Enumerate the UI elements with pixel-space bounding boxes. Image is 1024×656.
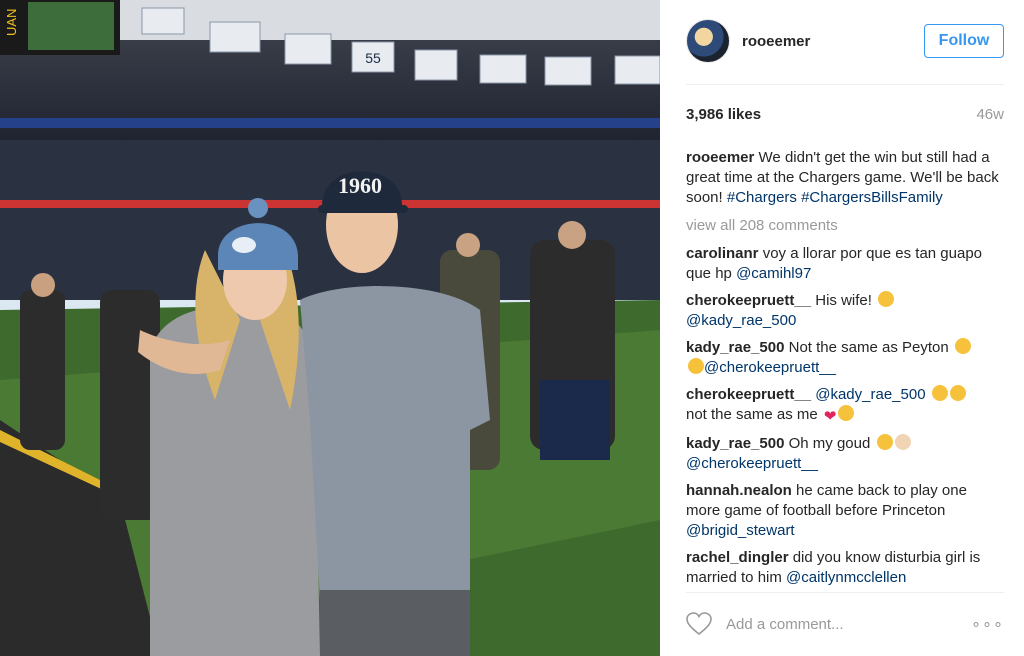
ellipsis-icon[interactable]: ∘∘∘: [971, 614, 1004, 634]
comment: kady_rae_500 Not the same as Peyton @che…: [686, 338, 1004, 378]
comment-text: Oh my goud: [788, 435, 871, 452]
tears-of-joy-emoji-icon: [838, 405, 855, 421]
comment-mention[interactable]: @caitlynmcclellen: [786, 569, 906, 586]
comment-mention[interactable]: @camihl97: [736, 265, 811, 282]
comment-mention[interactable]: @cherokeepruett__: [704, 359, 836, 376]
comment-mention[interactable]: @kady_rae_500: [815, 386, 925, 403]
likes-count[interactable]: 3,986 likes: [686, 106, 761, 123]
post-header: rooeemer Follow: [686, 18, 1004, 64]
heart-emoji-icon: ❤: [823, 408, 837, 425]
comment: cherokeepruett__ @kady_rae_500 not the s…: [686, 385, 1004, 427]
banner-number: 55: [365, 50, 381, 66]
heart-eyes-emoji-icon: [878, 291, 895, 307]
post-sidebar: rooeemer Follow 3,986 likes 46w rooeemer…: [660, 0, 1024, 656]
comment-text: His wife!: [815, 292, 872, 309]
post-view: 55 UAN 1960 rooeemer Follow 3,986 likes …: [0, 0, 1024, 656]
follow-button[interactable]: Follow: [924, 24, 1004, 58]
caption-username[interactable]: rooeemer: [686, 149, 754, 166]
tears-of-joy-emoji-icon: [954, 338, 971, 354]
likes-row: 3,986 likes 46w: [686, 106, 1004, 123]
view-all-comments-link[interactable]: view all 208 comments: [686, 216, 1004, 236]
add-comment-row: Add a comment... ∘∘∘: [686, 608, 1004, 640]
comment-username[interactable]: kady_rae_500: [686, 339, 784, 356]
comment: rachel_dingler did you know disturbia gi…: [686, 548, 1004, 588]
comment: cherokeepruett__ His wife! @kady_rae_500: [686, 291, 1004, 331]
comments-list: rooeemer We didn't get the win but still…: [686, 148, 1004, 595]
comment-username[interactable]: carolinanr: [686, 245, 759, 262]
comment: carolinanr voy a llorar por que es tan g…: [686, 244, 1004, 284]
header-divider: [686, 84, 1004, 85]
caption-hashtags[interactable]: #Chargers #ChargersBillsFamily: [727, 189, 943, 206]
comment-mention[interactable]: @brigid_stewart: [686, 522, 795, 539]
comment-username[interactable]: rachel_dingler: [686, 549, 789, 566]
comment-username[interactable]: hannah.nealon: [686, 482, 792, 499]
stadium-photo: 55 UAN 1960: [0, 0, 660, 656]
comment-text: Not the same as Peyton: [788, 339, 949, 356]
comment-mention[interactable]: @cherokeepruett__: [686, 455, 818, 472]
tears-of-joy-emoji-icon: [931, 385, 948, 401]
tears-of-joy-emoji-icon: [949, 385, 966, 401]
heart-outline-icon[interactable]: [686, 612, 712, 636]
comment-username[interactable]: cherokeepruett__: [686, 386, 811, 403]
add-comment-input[interactable]: Add a comment...: [726, 616, 971, 633]
comments-divider: [686, 592, 1004, 593]
comment: hannah.nealon he came back to play one m…: [686, 481, 1004, 541]
username[interactable]: rooeemer: [742, 33, 924, 50]
comment-mention[interactable]: @kady_rae_500: [686, 312, 796, 329]
avatar[interactable]: [686, 19, 730, 63]
scoreboard-text: UAN: [4, 9, 19, 36]
comment-username[interactable]: kady_rae_500: [686, 435, 784, 452]
caption: rooeemer We didn't get the win but still…: [686, 148, 1004, 208]
cap-text: 1960: [338, 173, 382, 198]
raised-hand-emoji-icon: [894, 434, 911, 450]
smirk-emoji-icon: [688, 358, 704, 374]
tears-of-joy-emoji-icon: [876, 434, 893, 450]
comment: kady_rae_500 Oh my goud @cherokeepruett_…: [686, 434, 1004, 474]
post-age[interactable]: 46w: [976, 106, 1004, 123]
comment-username[interactable]: cherokeepruett__: [686, 292, 811, 309]
comment-text: not the same as me: [686, 406, 818, 423]
post-photo[interactable]: 55 UAN 1960: [0, 0, 660, 656]
